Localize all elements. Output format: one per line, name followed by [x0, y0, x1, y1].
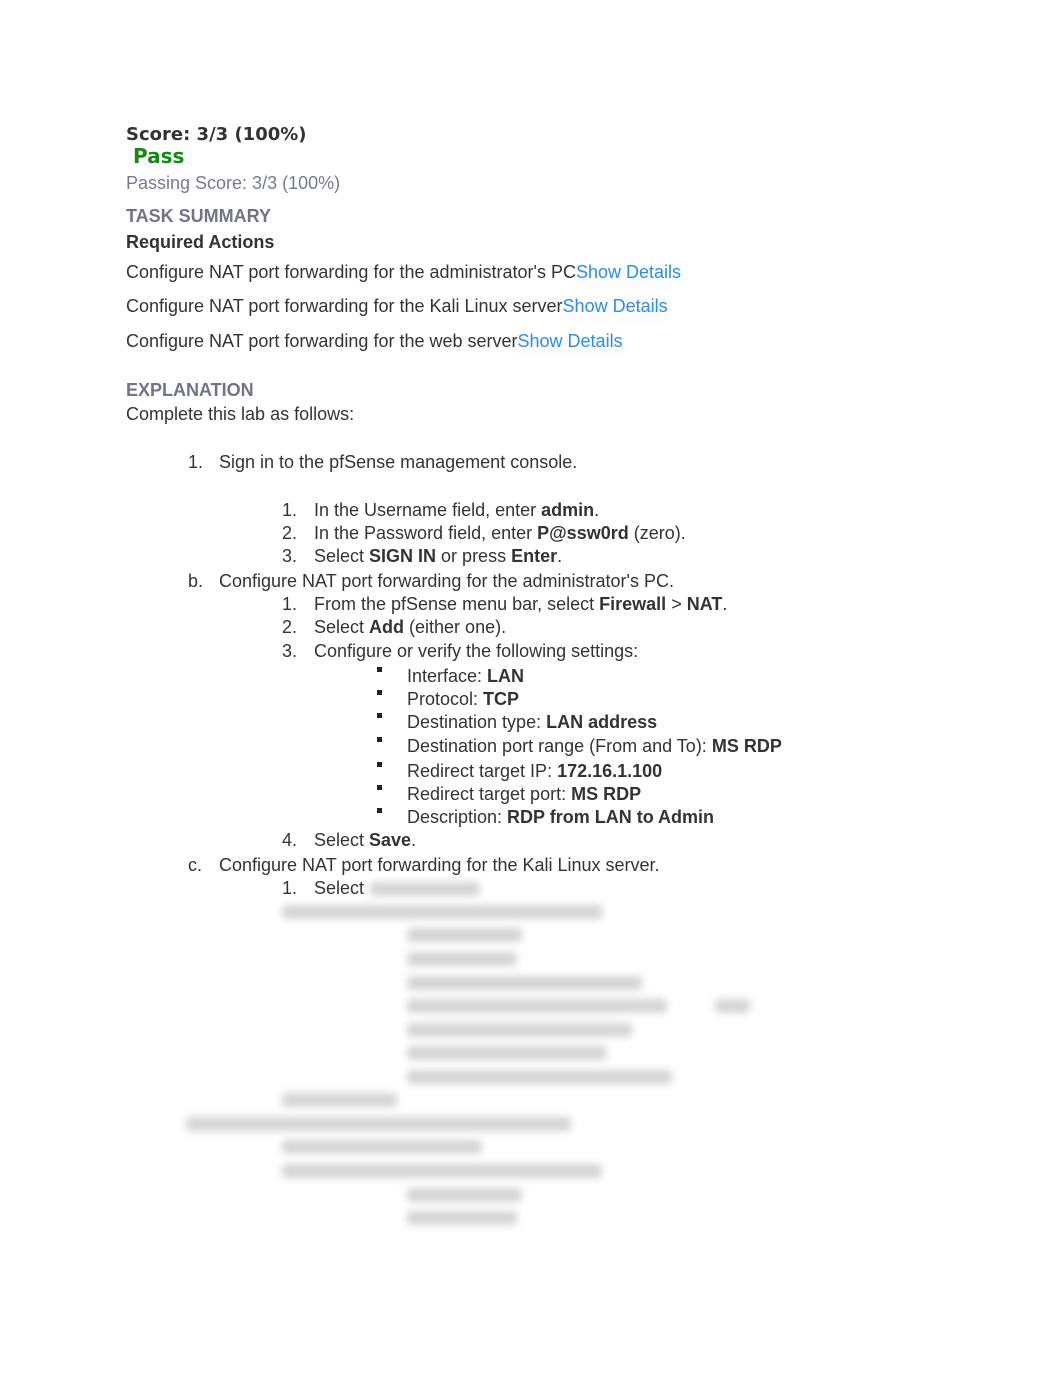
- substep-text: Select SIGN IN or press Enter.: [314, 546, 563, 566]
- substep-marker: 1.: [282, 500, 298, 520]
- show-details-link[interactable]: Show Details: [576, 262, 681, 282]
- substep-marker: 3.: [282, 641, 298, 661]
- bullet-icon: [377, 808, 382, 813]
- show-details-link[interactable]: Show Details: [518, 331, 623, 351]
- score-label: Score: 3/3 (100%): [126, 124, 307, 145]
- setting-item: Destination type: LAN address: [407, 712, 658, 732]
- task-item: Configure NAT port forwarding for the Ka…: [126, 295, 668, 317]
- bullet-icon: [377, 713, 382, 718]
- substep-marker: 2.: [282, 617, 298, 637]
- task-item: Configure NAT port forwarding for the ad…: [126, 261, 681, 283]
- substep-marker: 1.: [282, 878, 298, 898]
- setting-item: Redirect target IP: 172.16.1.100: [407, 761, 663, 781]
- step-marker: 1.: [188, 452, 204, 472]
- required-actions-heading: Required Actions: [126, 232, 275, 252]
- setting-item: Description: RDP from LAN to Admin: [407, 807, 715, 827]
- step-text: Sign in to the pfSense management consol…: [219, 452, 578, 472]
- task-text: Configure NAT port forwarding for the Ka…: [126, 296, 563, 316]
- substep-text: Select: [314, 878, 365, 898]
- bullet-icon: [377, 785, 382, 790]
- show-details-link[interactable]: Show Details: [563, 296, 668, 316]
- setting-item: Interface: LAN: [407, 666, 525, 686]
- substep-marker: 1.: [282, 594, 298, 614]
- bullet-icon: [377, 762, 382, 767]
- passing-score: Passing Score: 3/3 (100%): [126, 173, 341, 193]
- bullet-icon: [377, 737, 382, 742]
- pass-status: Pass: [133, 144, 185, 168]
- setting-item: Destination port range (From and To): MS…: [407, 736, 782, 756]
- substep-text: Select Save.: [314, 830, 417, 850]
- step-text: Configure NAT port forwarding for the ad…: [219, 571, 674, 591]
- substep-text: In the Password field, enter P@ssw0rd (z…: [314, 523, 686, 543]
- substep-marker: 2.: [282, 523, 298, 543]
- step-marker: c.: [188, 855, 203, 875]
- step-marker: b.: [188, 571, 204, 591]
- bullet-icon: [377, 690, 382, 695]
- task-text: Configure NAT port forwarding for the ad…: [126, 262, 576, 282]
- task-text: Configure NAT port forwarding for the we…: [126, 331, 518, 351]
- explanation-heading: EXPLANATION: [126, 380, 254, 400]
- substep-text: In the Username field, enter admin.: [314, 500, 600, 520]
- task-item: Configure NAT port forwarding for the we…: [126, 330, 623, 352]
- bullet-icon: [377, 667, 382, 672]
- substep-marker: 4.: [282, 830, 298, 850]
- step-text: Configure NAT port forwarding for the Ka…: [219, 855, 660, 875]
- substep-text: From the pfSense menu bar, select Firewa…: [314, 594, 728, 614]
- task-summary-heading: TASK SUMMARY: [126, 206, 271, 226]
- setting-item: Redirect target port: MS RDP: [407, 784, 642, 804]
- substep-marker: 3.: [282, 546, 298, 566]
- substep-text: Select Add (either one).: [314, 617, 507, 637]
- explanation-intro: Complete this lab as follows:: [126, 404, 355, 424]
- setting-item: Protocol: TCP: [407, 689, 520, 709]
- substep-text: Configure or verify the following settin…: [314, 641, 639, 661]
